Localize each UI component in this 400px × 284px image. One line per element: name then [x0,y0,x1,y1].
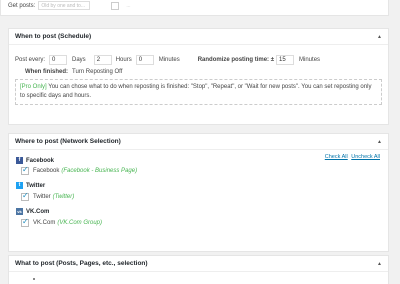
network-twitter-heading: t Twitter [16,182,45,189]
top-settings-panel: Get posts: Old by one and to... ... [0,0,389,16]
network-facebook-heading: f Facebook [16,157,54,164]
top-checkbox[interactable] [111,1,120,10]
check-all-link[interactable]: Check All [325,154,348,160]
randomize-minutes-label: Minutes [299,57,321,63]
pro-only-text: You can chose what to do when reposting … [20,84,372,99]
twitter-account-checkbox[interactable] [21,191,29,201]
account-subtitle: (Twitter) [52,194,75,200]
when-finished-value[interactable]: Turn Reposting Off [72,69,122,75]
get-posts-select[interactable]: Old by one and to... [38,1,91,10]
account-subtitle: (Facebook - Business Page) [61,168,138,174]
network-name: VK.Com [26,208,50,215]
twitter-account-option[interactable]: Twitter (Twitter) [21,191,75,201]
network-panel-header[interactable]: Where to post (Network Selection) ▲ [9,134,388,150]
minutes-label: Minutes [158,57,180,63]
schedule-panel: When to post (Schedule) ▲ Post every: 0 … [8,28,389,125]
twitter-icon: t [16,182,23,189]
collapse-toggle-icon[interactable]: ▲ [377,261,382,267]
randomize-input[interactable]: 15 [276,55,295,65]
post-every-row: Post every: 0 Days 2 Hours 0 Minutes Ran… [15,55,320,65]
account-name: Twitter [33,194,51,200]
network-name: Facebook [26,157,55,164]
pro-only-notice: [Pro Only] You can chose what to do when… [15,79,382,105]
hours-label: Hours [115,57,132,63]
check-links: Check All Uncheck All [325,154,380,160]
days-input[interactable]: 0 [49,55,68,65]
collapse-toggle-icon[interactable]: ▲ [377,34,382,40]
account-name: VK.Com [33,220,56,226]
when-finished-label: When finished: [25,69,68,75]
get-posts-label: Get posts: [8,2,36,9]
what-panel-header[interactable]: What to post (Posts, Pages, etc., select… [9,256,388,272]
network-vk-heading: vk VK.Com [16,208,49,215]
when-finished-row: When finished: Turn Reposting Off [25,69,122,75]
post-every-label: Post every: [15,57,46,63]
vk-account-checkbox[interactable] [21,217,29,227]
minutes-input[interactable]: 0 [135,55,154,65]
facebook-account-checkbox[interactable] [21,165,29,175]
account-subtitle: (VK.Com Group) [57,220,103,226]
days-label: Days [72,57,86,63]
network-panel-title: Where to post (Network Selection) [15,138,121,145]
network-name: Twitter [26,182,46,189]
randomize-label: Randomize posting time: ± [197,57,275,63]
get-posts-row: Get posts: Old by one and to... ... [8,1,131,10]
facebook-icon: f [16,157,23,164]
vk-account-option[interactable]: VK.Com (VK.Com Group) [21,217,103,227]
what-to-post-panel: What to post (Posts, Pages, etc., select… [8,255,389,284]
network-panel: Where to post (Network Selection) ▲ Chec… [8,133,389,252]
vk-icon: vk [16,208,23,215]
uncheck-all-link[interactable]: Uncheck All [351,154,380,160]
account-name: Facebook [33,168,60,174]
collapse-toggle-icon[interactable]: ▲ [377,139,382,145]
schedule-panel-header[interactable]: When to post (Schedule) ▲ [9,29,388,45]
facebook-account-option[interactable]: Facebook (Facebook - Business Page) [21,165,138,175]
schedule-panel-title: When to post (Schedule) [15,33,92,40]
list-bullet [33,278,35,280]
pro-only-tag: [Pro Only] [20,84,47,90]
what-panel-title: What to post (Posts, Pages, etc., select… [15,260,148,267]
top-faded-text: ... [126,2,131,9]
hours-input[interactable]: 2 [93,55,112,65]
